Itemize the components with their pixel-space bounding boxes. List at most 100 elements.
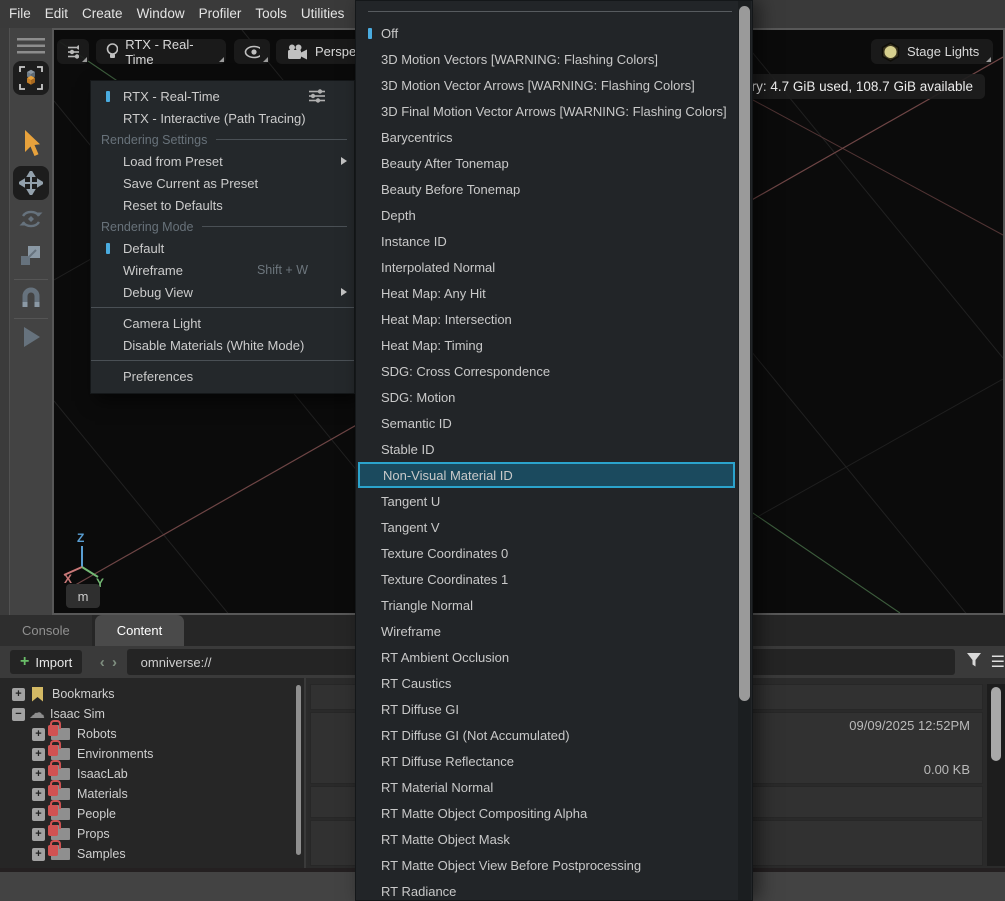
debug-view-option-rt-radiance[interactable]: RT Radiance — [356, 878, 735, 901]
debug-view-option-heat-map-intersection[interactable]: Heat Map: Intersection — [356, 306, 735, 332]
debug-view-option-barycentrics[interactable]: Barycentrics — [356, 124, 735, 150]
select-tool-button[interactable] — [18, 128, 44, 160]
menu-edit[interactable]: Edit — [38, 0, 75, 28]
debug-view-option-rt-caustics[interactable]: RT Caustics — [356, 670, 735, 696]
menu-item-reset-to-defaults[interactable]: Reset to Defaults — [91, 194, 354, 216]
menu-profiler[interactable]: Profiler — [192, 0, 249, 28]
debug-view-option-rt-diffuse-gi[interactable]: RT Diffuse GI — [356, 696, 735, 722]
debug-view-option-sdg-motion[interactable]: SDG: Motion — [356, 384, 735, 410]
menu-item-camera-light[interactable]: Camera Light — [91, 312, 354, 334]
debug-view-option-beauty-before-tonemap[interactable]: Beauty Before Tonemap — [356, 176, 735, 202]
menu-file[interactable]: File — [2, 0, 38, 28]
tree-item-people[interactable]: + People — [0, 804, 304, 824]
menu-item-rtx-real-time[interactable]: RTX - Real-Time — [91, 85, 354, 107]
menu-item-rtx-interactive-path-tracing[interactable]: RTX - Interactive (Path Tracing) — [91, 107, 354, 129]
expand-icon[interactable]: + — [32, 788, 45, 801]
scale-tool-button[interactable] — [19, 243, 43, 267]
debug-view-option-rt-matte-object-view-before-postprocessing[interactable]: RT Matte Object View Before Postprocessi… — [356, 852, 735, 878]
unit-button[interactable]: m — [66, 584, 100, 608]
forward-button[interactable]: › — [108, 654, 120, 671]
expand-icon[interactable]: + — [12, 688, 25, 701]
submenu-scrollbar[interactable] — [739, 6, 750, 701]
tree-item-materials[interactable]: +Materials — [0, 784, 304, 804]
render-settings-button[interactable] — [57, 39, 89, 64]
menu-item-load-from-preset[interactable]: Load from Preset — [91, 150, 354, 172]
details-scrollbar[interactable] — [991, 687, 1001, 761]
tree-item-label: People — [77, 807, 116, 821]
tree-scrollbar[interactable] — [296, 685, 301, 855]
tree-item-environments[interactable]: +Environments — [0, 744, 304, 764]
expand-icon[interactable]: + — [32, 828, 45, 841]
debug-view-option-heat-map-timing[interactable]: Heat Map: Timing — [356, 332, 735, 358]
expand-icon[interactable]: + — [32, 728, 45, 741]
menu-item-default[interactable]: Default — [91, 237, 354, 259]
tree-item-samples[interactable]: +Samples — [0, 844, 304, 864]
tab-content[interactable]: Content — [95, 615, 185, 646]
expand-icon[interactable]: + — [32, 768, 45, 781]
tree-item-isaac-sim[interactable]: −☁Isaac Sim — [0, 704, 304, 724]
debug-view-option-rt-ambient-occlusion[interactable]: RT Ambient Occlusion — [356, 644, 735, 670]
option-label: 3D Motion Vectors [WARNING: Flashing Col… — [381, 52, 658, 67]
debug-view-option-non-visual-material-id[interactable]: Non-Visual Material ID — [358, 462, 735, 488]
snap-tool-button[interactable] — [19, 285, 43, 309]
expand-icon[interactable]: + — [32, 808, 45, 821]
menu-tools[interactable]: Tools — [248, 0, 294, 28]
debug-view-option-rt-matte-object-compositing-alpha[interactable]: RT Matte Object Compositing Alpha — [356, 800, 735, 826]
filter-icon[interactable] — [965, 652, 983, 673]
back-button[interactable]: ‹ — [96, 654, 108, 671]
tree-item-robots[interactable]: +Robots — [0, 724, 304, 744]
debug-view-option-3d-motion-vector-arrows-warning-flashing-colors[interactable]: 3D Motion Vector Arrows [WARNING: Flashi… — [356, 72, 735, 98]
debug-view-option-rt-diffuse-reflectance[interactable]: RT Diffuse Reflectance — [356, 748, 735, 774]
rotate-tool-button[interactable] — [18, 206, 44, 232]
debug-view-option-interpolated-normal[interactable]: Interpolated Normal — [356, 254, 735, 280]
renderer-button[interactable]: RTX - Real-Time — [96, 39, 226, 64]
play-button[interactable] — [19, 324, 43, 350]
menu-item-disable-materials-white-mode[interactable]: Disable Materials (White Mode) — [91, 334, 354, 356]
debug-view-option-wireframe[interactable]: Wireframe — [356, 618, 735, 644]
section-label: Rendering Mode — [101, 220, 193, 234]
debug-view-option-texture-coordinates-0[interactable]: Texture Coordinates 0 — [356, 540, 735, 566]
debug-view-option-rt-matte-object-mask[interactable]: RT Matte Object Mask — [356, 826, 735, 852]
menu-item-label: Disable Materials (White Mode) — [123, 338, 304, 353]
debug-view-option-heat-map-any-hit[interactable]: Heat Map: Any Hit — [356, 280, 735, 306]
expand-icon[interactable]: + — [32, 748, 45, 761]
debug-view-option-beauty-after-tonemap[interactable]: Beauty After Tonemap — [356, 150, 735, 176]
debug-view-option-stable-id[interactable]: Stable ID — [356, 436, 735, 462]
menu-item-save-current-as-preset[interactable]: Save Current as Preset — [91, 172, 354, 194]
debug-view-option-tangent-u[interactable]: Tangent U — [356, 488, 735, 514]
list-options-icon[interactable]: ☰ — [991, 652, 1005, 672]
collapse-icon[interactable]: − — [12, 708, 25, 721]
debug-view-option-instance-id[interactable]: Instance ID — [356, 228, 735, 254]
menu-create[interactable]: Create — [75, 0, 130, 28]
menu-window[interactable]: Window — [130, 0, 192, 28]
tree-item-isaaclab[interactable]: +IsaacLab — [0, 764, 304, 784]
debug-view-option-semantic-id[interactable]: Semantic ID — [356, 410, 735, 436]
debug-view-option-rt-diffuse-gi-not-accumulated[interactable]: RT Diffuse GI (Not Accumulated) — [356, 722, 735, 748]
debug-view-option-sdg-cross-correspondence[interactable]: SDG: Cross Correspondence — [356, 358, 735, 384]
debug-view-option-3d-motion-vectors-warning-flashing-colors[interactable]: 3D Motion Vectors [WARNING: Flashing Col… — [356, 46, 735, 72]
debug-view-option-depth[interactable]: Depth — [356, 202, 735, 228]
debug-view-option-rt-material-normal[interactable]: RT Material Normal — [356, 774, 735, 800]
import-button[interactable]: + Import — [10, 650, 82, 674]
menu-item-preferences[interactable]: Preferences — [91, 365, 354, 387]
menu-item-wireframe[interactable]: WireframeShift + W — [91, 259, 354, 281]
stage-lights-button[interactable]: Stage Lights — [871, 39, 993, 64]
debug-view-option-3d-final-motion-vector-arrows-warning-flashing-colors[interactable]: 3D Final Motion Vector Arrows [WARNING: … — [356, 98, 735, 124]
tree-item-bookmarks[interactable]: +Bookmarks — [0, 684, 304, 704]
locked-folder-icon — [51, 748, 70, 760]
visibility-button[interactable] — [234, 39, 270, 64]
debug-view-option-off[interactable]: Off — [356, 20, 735, 46]
locked-folder-icon — [51, 848, 70, 860]
menu-utilities[interactable]: Utilities — [294, 0, 352, 28]
option-label: SDG: Cross Correspondence — [381, 364, 550, 379]
tree-item-props[interactable]: +Props — [0, 824, 304, 844]
expand-icon[interactable]: + — [32, 848, 45, 861]
tab-console[interactable]: Console — [0, 615, 92, 646]
debug-view-option-triangle-normal[interactable]: Triangle Normal — [356, 592, 735, 618]
toolbar-menu-icon[interactable] — [16, 36, 46, 56]
move-tool-button[interactable] — [13, 166, 49, 200]
selection-mode-button[interactable] — [13, 61, 49, 95]
debug-view-option-tangent-v[interactable]: Tangent V — [356, 514, 735, 540]
menu-item-debug-view[interactable]: Debug View — [91, 281, 354, 303]
debug-view-option-texture-coordinates-1[interactable]: Texture Coordinates 1 — [356, 566, 735, 592]
